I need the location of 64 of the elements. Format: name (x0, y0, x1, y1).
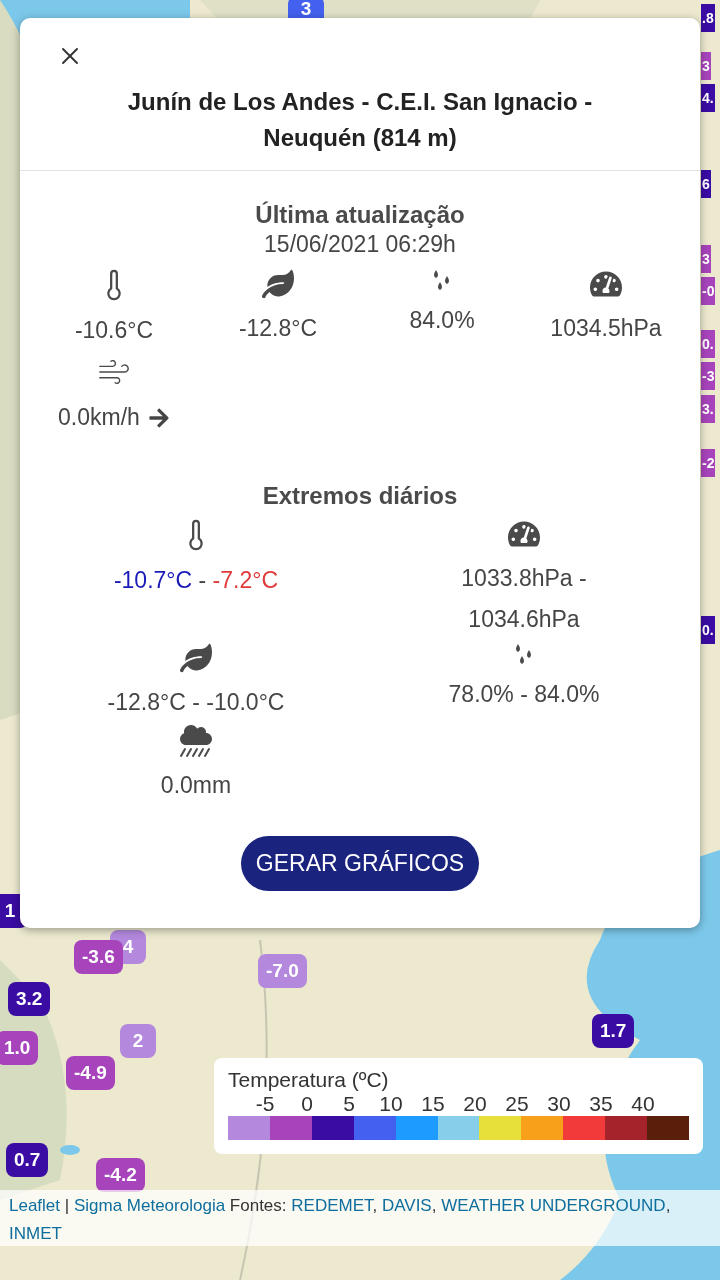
reading-value: 0.0km/h (58, 403, 140, 432)
rain-cloud-icon (180, 725, 212, 757)
range-min: 78.0% (448, 680, 514, 709)
range-min: -12.8°C (107, 688, 186, 717)
range-max: 84.0% (534, 680, 600, 709)
temperature-marker[interactable]: 3. (701, 395, 715, 423)
source-link[interactable]: DAVIS (381, 1196, 432, 1215)
range-separator: - (519, 680, 529, 709)
reading-value: 1034.5hPa (550, 314, 662, 343)
temperature-marker[interactable]: -4.9 (66, 1056, 115, 1090)
temperature-marker[interactable]: .8 (701, 4, 715, 32)
temperature-marker[interactable]: 6 (701, 170, 711, 198)
range-max: 1034.6hPa (468, 605, 580, 634)
temperature-marker[interactable]: 0. (701, 330, 715, 358)
temperature-marker[interactable]: -4.2 (96, 1158, 145, 1192)
range-min: 1033.8hPa - (461, 564, 587, 593)
reading-value: -12.8°C (238, 314, 318, 343)
temperature-marker[interactable]: 0. (701, 616, 715, 644)
legend-tick: 30 (546, 1092, 572, 1116)
legend-tick: 25 (504, 1092, 530, 1116)
range-separator: - (197, 566, 208, 595)
temperature-marker[interactable]: -7.0 (258, 954, 307, 988)
range-max: -10.0°C (206, 688, 285, 717)
section-heading: Extremos diários (262, 482, 458, 510)
temperature-marker[interactable]: 4. (701, 84, 715, 112)
legend-tick: -5 (254, 1092, 276, 1116)
legend-tick: 10 (378, 1092, 404, 1116)
range-separator: - (191, 688, 201, 717)
range-min: 0.0mm (160, 771, 232, 800)
temperature-marker[interactable]: 3 (701, 245, 711, 273)
source-link[interactable]: Sigma Meteorologia (73, 1196, 226, 1215)
legend-tick: 20 (462, 1092, 488, 1116)
source-link[interactable]: INMET (9, 1224, 62, 1243)
temperature-marker[interactable]: -3.6 (74, 940, 123, 974)
update-time: 15/06/2021 06:29h (264, 231, 456, 258)
temperature-marker[interactable]: 1.7 (592, 1014, 635, 1048)
generate-charts-button[interactable]: GERAR GRÁFICOS (241, 836, 479, 891)
range-max: -7.2°C (212, 566, 279, 595)
legend-title: Temperatura (ºC) (228, 1068, 390, 1092)
leaf-icon (262, 268, 294, 300)
temperature-marker[interactable]: 3 (701, 52, 711, 80)
attribution-text: Leaflet | Sigma Meteorologia Fontes: REDEMET, DAVIS, WEATHER UNDERGROUND, INMET (0, 1190, 720, 1246)
reading-value: 84.0% (409, 306, 475, 335)
range-min: -10.7°C (113, 566, 193, 595)
legend-tick: 0 (300, 1092, 314, 1116)
legend-tick: 5 (342, 1092, 356, 1116)
legend-tick: 40 (630, 1092, 656, 1116)
temperature-marker[interactable]: -0 (701, 277, 716, 305)
temperature-marker[interactable]: 1.0 (0, 1031, 39, 1065)
section-heading: Última atualização (255, 201, 465, 229)
source-link[interactable]: WEATHER UNDERGROUND (441, 1196, 666, 1215)
temperature-marker[interactable]: -3 (701, 362, 716, 390)
source-link[interactable]: Leaflet (9, 1196, 61, 1215)
station-title: Junín de Los Andes - C.E.I. San Ignacio - Neuquén (814 m) (126, 87, 594, 153)
temperature-marker[interactable]: 0.7 (6, 1143, 49, 1177)
temperature-marker[interactable]: 3.2 (8, 982, 51, 1016)
legend-tick: 35 (588, 1092, 614, 1116)
leaf-icon (180, 642, 212, 674)
source-link[interactable]: REDEMET (291, 1196, 373, 1215)
legend-tick: 15 (420, 1092, 446, 1116)
reading-value: -10.6°C (74, 316, 154, 345)
temperature-marker[interactable]: -2 (701, 449, 716, 477)
arrow-right-icon (147, 406, 170, 429)
temperature-marker[interactable]: 2 (120, 1024, 156, 1058)
